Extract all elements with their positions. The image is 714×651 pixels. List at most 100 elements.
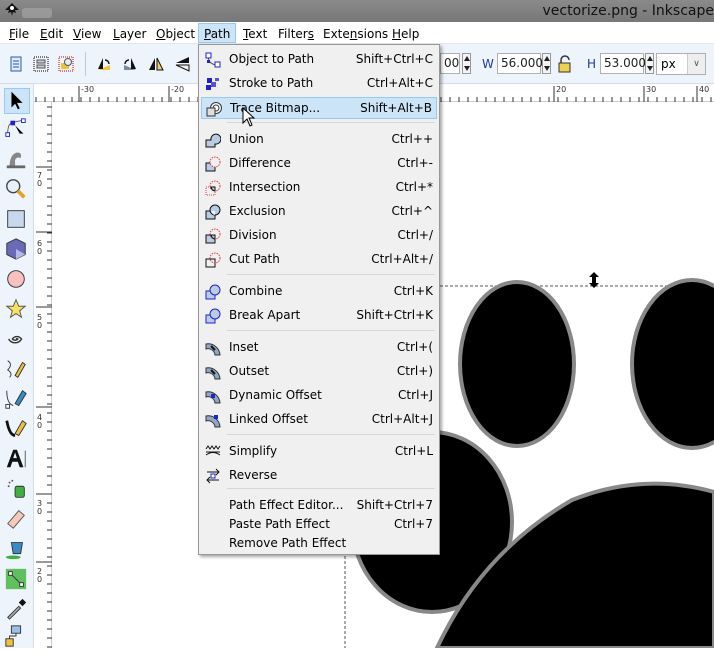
menu-object[interactable]: Object xyxy=(151,24,200,44)
menu-view[interactable]: View xyxy=(68,24,106,44)
dropper-tool[interactable] xyxy=(4,597,30,623)
title-bar: vectorize.png - Inkscape xyxy=(0,0,714,22)
menu-item-break-apart[interactable]: Break ApartShift+Ctrl+K xyxy=(201,305,437,327)
menu-item-label: Linked Offset xyxy=(229,412,308,426)
height-spinner[interactable] xyxy=(645,53,654,74)
menu-item-label: Simplify xyxy=(229,444,277,458)
simplify-icon xyxy=(205,444,221,460)
menu-item-shortcut: Ctrl+/ xyxy=(398,228,433,242)
menu-extensions[interactable]: Extensions xyxy=(318,24,393,44)
select-same-icon[interactable] xyxy=(58,56,74,72)
menu-item-exclusion[interactable]: ExclusionCtrl+^ xyxy=(201,201,437,223)
eraser-tool[interactable] xyxy=(4,507,30,533)
flip-vertical-icon[interactable] xyxy=(174,56,190,72)
inset-icon xyxy=(205,340,221,356)
ruler-label: -30 xyxy=(81,85,94,94)
division-icon xyxy=(205,228,221,244)
ruler-label: 50 xyxy=(37,314,43,330)
menu-item-shortcut: Ctrl+K xyxy=(394,284,433,298)
menu-item-shortcut: Ctrl+Alt+C xyxy=(367,76,433,90)
rotate-cw-icon[interactable] xyxy=(122,56,138,72)
width-spinner[interactable] xyxy=(542,53,551,74)
scale-handle-icon[interactable] xyxy=(588,272,600,288)
menu-item-reverse[interactable]: Reverse xyxy=(201,465,437,487)
menu-item-difference[interactable]: DifferenceCtrl+- xyxy=(201,153,437,175)
3d-box-tool[interactable] xyxy=(4,237,30,263)
menu-item-cut-path[interactable]: Cut PathCtrl+Alt+/ xyxy=(201,249,437,271)
menu-edit[interactable]: Edit xyxy=(35,24,68,44)
reverse-icon xyxy=(205,468,221,484)
menu-item-label: Difference xyxy=(229,156,291,170)
width-field[interactable]: 56.000 xyxy=(497,53,541,74)
x-field[interactable]: 00 xyxy=(440,53,460,74)
x-spinner[interactable] xyxy=(462,53,471,74)
ruler-label: 20 xyxy=(37,568,43,584)
menu-item-shortcut: Ctrl+^ xyxy=(392,204,433,218)
menu-item-union[interactable]: UnionCtrl++ xyxy=(201,129,437,151)
select-all-icon[interactable] xyxy=(8,56,24,72)
menu-item-shortcut: Ctrl+Alt+J xyxy=(372,412,433,426)
menu-item-stroke-to-path[interactable]: Stroke to PathCtrl+Alt+C xyxy=(201,73,437,95)
toolbar-separator xyxy=(85,52,86,76)
pen-tool[interactable] xyxy=(4,387,30,413)
exclusion-icon xyxy=(205,204,221,220)
selector-tool[interactable] xyxy=(4,88,30,114)
menu-item-simplify[interactable]: Simplify Ctrl+L xyxy=(201,441,437,463)
height-field[interactable]: 53.000 xyxy=(600,53,644,74)
menu-item-remove-path-effect[interactable]: Remove Path Effect xyxy=(201,533,437,555)
menu-item-label: Inset xyxy=(229,340,258,354)
menu-item-dynamic-offset[interactable]: Dynamic OffsetCtrl+J xyxy=(201,385,437,407)
ruler-label: 40 xyxy=(699,85,709,94)
ellipse-tool[interactable] xyxy=(4,267,30,293)
rotate-ccw-icon[interactable] xyxy=(96,56,112,72)
menu-path[interactable]: Path xyxy=(198,23,236,43)
menu-item-linked-offset[interactable]: Linked Offset Ctrl+Alt+J xyxy=(201,409,437,431)
tweak-tool[interactable] xyxy=(4,147,30,173)
menu-text[interactable]: Text xyxy=(238,24,272,44)
paint-bucket-tool[interactable] xyxy=(4,537,30,563)
menu-item-shortcut: Shift+Ctrl+7 xyxy=(357,498,433,512)
ruler-label: 70 xyxy=(37,172,43,188)
rectangle-tool[interactable] xyxy=(4,207,30,233)
menu-help[interactable]: Help xyxy=(387,24,424,44)
menu-filters[interactable]: Filters xyxy=(273,24,319,44)
menu-item-label: Dynamic Offset xyxy=(229,388,322,402)
ruler-label: 30 xyxy=(37,500,43,516)
menu-separator xyxy=(227,330,435,331)
menu-separator xyxy=(227,122,435,123)
calligraphy-tool[interactable] xyxy=(4,417,30,443)
flip-horizontal-icon[interactable] xyxy=(148,56,164,72)
pencil-tool[interactable] xyxy=(4,357,30,383)
star-tool[interactable] xyxy=(4,297,30,323)
text-tool[interactable] xyxy=(4,447,30,473)
menu-file[interactable]: File xyxy=(4,24,34,44)
spiral-tool[interactable] xyxy=(4,327,30,353)
connector-tool[interactable] xyxy=(4,624,30,650)
menu-item-intersection[interactable]: IntersectionCtrl+* xyxy=(201,177,437,199)
break-apart-icon xyxy=(205,308,221,324)
menu-item-object-to-path[interactable]: Object to PathShift+Ctrl+C xyxy=(201,49,437,71)
combine-icon xyxy=(205,284,221,300)
menu-item-shortcut: Ctrl+( xyxy=(397,340,433,354)
menu-item-trace-bitmap[interactable]: Trace Bitmap...Shift+Alt+B xyxy=(201,97,437,119)
path-menu: Object to PathShift+Ctrl+CStroke to Path… xyxy=(198,44,440,555)
gradient-tool[interactable] xyxy=(4,567,30,593)
menu-item-shortcut: Ctrl+L xyxy=(395,444,433,458)
outset-icon xyxy=(205,364,221,380)
menu-item-shortcut: Ctrl+Alt+/ xyxy=(371,252,433,266)
chevron-down-icon: ∨ xyxy=(687,54,705,74)
menu-item-division[interactable]: DivisionCtrl+/ xyxy=(201,225,437,247)
menu-item-combine[interactable]: CombineCtrl+K xyxy=(201,281,437,303)
vertical-ruler[interactable]: 706050403020 xyxy=(34,102,52,648)
menu-item-label: Paste Path Effect xyxy=(229,517,330,531)
menu-layer[interactable]: Layer xyxy=(108,24,151,44)
menu-item-shortcut: Ctrl+) xyxy=(397,364,433,378)
menu-item-inset[interactable]: Inset Ctrl+( xyxy=(201,337,437,359)
menu-item-outset[interactable]: OutsetCtrl+) xyxy=(201,361,437,383)
spray-tool[interactable] xyxy=(4,477,30,503)
zoom-tool[interactable] xyxy=(4,177,30,203)
select-all-layers-icon[interactable] xyxy=(33,56,49,72)
lock-open-icon[interactable] xyxy=(558,55,572,73)
unit-select[interactable]: px∨ xyxy=(656,53,706,75)
node-tool[interactable] xyxy=(4,117,30,143)
